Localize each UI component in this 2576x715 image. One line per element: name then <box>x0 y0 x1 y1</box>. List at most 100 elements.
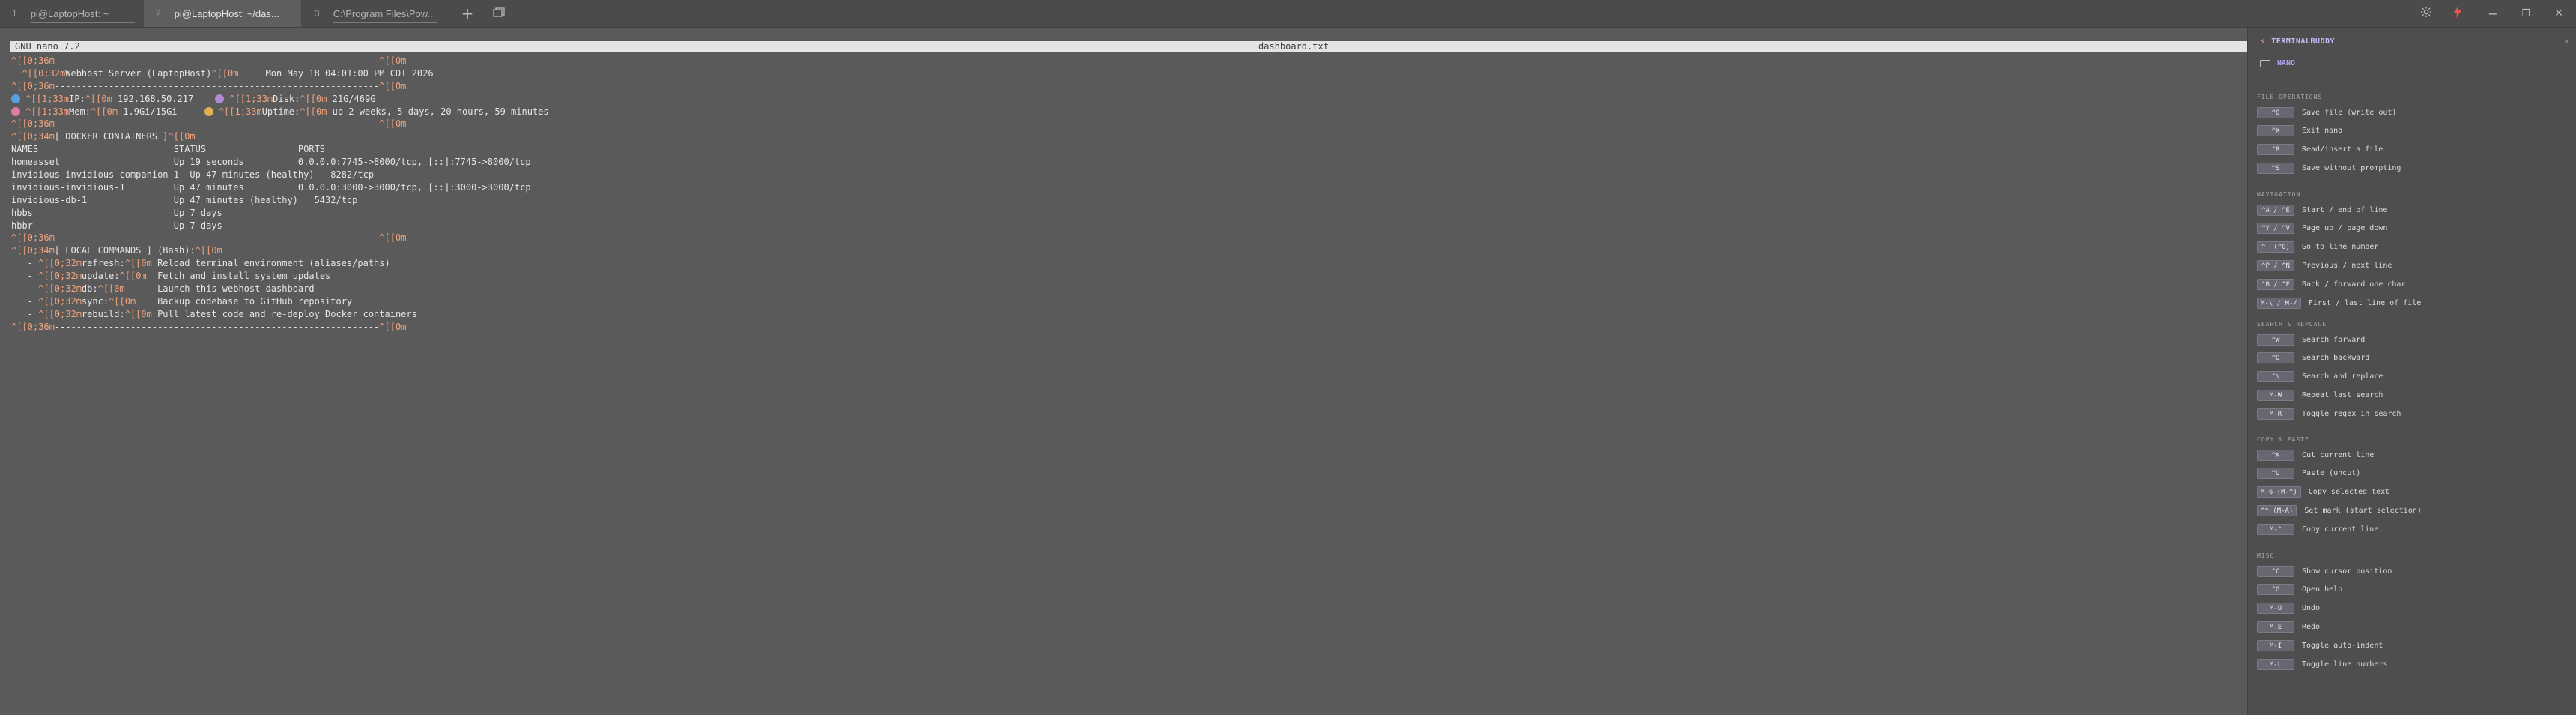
shortcut-description: Toggle regex in search <box>2302 409 2401 418</box>
settings-button[interactable] <box>2415 0 2437 27</box>
shortcut-key: ^B / ^F <box>2257 278 2294 290</box>
tab-3[interactable]: 3 C:\Program Files\Pow... <box>303 0 445 27</box>
terminal-line: - ^[[0;32msync:^[[0m Backup codebase to … <box>11 295 549 308</box>
new-tab-button[interactable]: + <box>458 0 476 27</box>
shortcut-key: ^^ (M-A) <box>2257 504 2297 516</box>
shortcut-row[interactable]: ^A / ^E Start / end of line <box>2257 204 2387 216</box>
shortcut-key: M-\ / M-/ <box>2257 297 2301 309</box>
shortcut-row[interactable]: M-E Redo <box>2257 621 2320 633</box>
shortcut-row[interactable]: M-6 (M-^) Copy selected text <box>2257 486 2389 498</box>
shortcut-row[interactable]: ^_ (^G) Go to line number <box>2257 241 2378 253</box>
terminal-line: - ^[[0;32mrefresh:^[[0m Reload terminal … <box>11 257 549 270</box>
shortcut-row[interactable]: M-R Toggle regex in search <box>2257 408 2401 420</box>
terminal-text-segment: update: <box>81 271 120 282</box>
escape-code: ^[[0;36m <box>11 232 55 244</box>
tab-overview-button[interactable] <box>488 0 509 27</box>
shortcut-row[interactable]: ^X Exit nano <box>2257 125 2342 137</box>
escape-code: ^[[0m <box>211 67 239 79</box>
shortcut-row[interactable]: ^O Save file (write out) <box>2257 106 2396 118</box>
tab-1[interactable]: 1 pi@LaptopHost: ~ <box>0 0 142 27</box>
tab-title: pi@LaptopHost: ~ <box>30 7 109 19</box>
terminal-line: - ^[[0;32mupdate:^[[0m Fetch and install… <box>11 270 549 283</box>
shortcut-key: M-E <box>2257 621 2294 633</box>
escape-code: ^[[0;36m <box>11 55 55 66</box>
escape-code: ^[[0;32m <box>38 271 82 282</box>
nano-version: GNU nano 7.2 <box>15 41 80 52</box>
shortcut-row[interactable]: ^Y / ^V Page up / page down <box>2257 223 2387 235</box>
shortcut-row[interactable]: M-\ / M-/ First / last line of file <box>2257 297 2421 309</box>
escape-code: ^[[0;36m <box>11 118 55 130</box>
terminal-pane[interactable]: GNU nano 7.2 dashboard.txt ^[[0;36m-----… <box>0 28 2247 715</box>
terminal-line: invidious-db-1 Up 47 minutes (healthy) 5… <box>11 194 549 207</box>
terminal-text-segment: ----------------------------------------… <box>54 321 380 332</box>
section-title: MISC <box>2257 552 2275 559</box>
shortcut-key: ^R <box>2257 144 2294 156</box>
shortcut-row[interactable]: ^W Search forward <box>2257 334 2365 346</box>
escape-code: ^[[0m <box>300 93 327 104</box>
tab-title: pi@LaptopHost: ~/das... <box>174 7 279 19</box>
shortcut-description: Undo <box>2302 604 2321 613</box>
terminal-text-segment: Launch this webhost dashboard <box>124 283 315 295</box>
shortcut-description: Search and replace <box>2302 372 2383 381</box>
shortcut-description: Exit nano <box>2302 127 2343 136</box>
terminal-text-segment: db: <box>81 283 98 295</box>
terminal-text-segment: ----------------------------------------… <box>54 55 380 66</box>
terminal-text-segment: IP: <box>69 93 85 104</box>
shortcut-row[interactable]: M-U Undo <box>2257 603 2320 615</box>
terminal-text[interactable]: ^[[0;36m--------------------------------… <box>11 55 549 334</box>
shortcut-key: ^W <box>2257 334 2294 346</box>
tab-title: C:\Program Files\Pow... <box>333 7 436 19</box>
shortcut-key: M-I <box>2257 639 2294 651</box>
close-button[interactable]: ✕ <box>2545 0 2572 27</box>
terminal-line: ^[[0;36m--------------------------------… <box>11 118 549 130</box>
escape-code: ^[[1;33m <box>25 106 70 117</box>
shortcut-row[interactable]: ^Q Search backward <box>2257 352 2369 364</box>
emoji-icon <box>204 106 213 116</box>
shortcut-key: ^O <box>2257 106 2294 118</box>
shortcut-description: Set mark (start selection) <box>2304 506 2422 515</box>
shortcut-description: Cut current line <box>2302 450 2375 459</box>
terminal-line: homeasset Up 19 seconds 0.0.0.0:7745->80… <box>11 156 549 169</box>
terminal-text-segment: - <box>11 283 39 295</box>
terminal-text-segment: Backup codebase to GitHub repository <box>136 295 353 307</box>
monitor-icon <box>2260 59 2270 67</box>
shortcut-row[interactable]: ^P / ^N Previous / next line <box>2257 259 2392 271</box>
terminal-text-segment: rebuild: <box>81 308 125 319</box>
shortcut-row[interactable]: M-L Toggle line numbers <box>2257 658 2387 670</box>
escape-code: ^[[0m <box>379 55 407 66</box>
shortcut-row[interactable]: ^U Paste (uncut) <box>2257 468 2360 480</box>
terminal-text-segment: - <box>11 271 39 282</box>
shortcut-row[interactable]: ^C Show cursor position <box>2257 565 2392 577</box>
shortcut-row[interactable]: ^K Cut current line <box>2257 449 2374 461</box>
shortcut-row[interactable]: M-I Toggle auto-indent <box>2257 639 2383 651</box>
shortcut-key: ^P / ^N <box>2257 259 2294 271</box>
tab-2[interactable]: 2 pi@LaptopHost: ~/das... <box>144 0 301 27</box>
terminal-line: - ^[[0;32mrebuild:^[[0m Pull latest code… <box>11 308 549 321</box>
escape-code: ^[[0;32m <box>38 295 82 307</box>
gear-icon <box>2420 6 2432 21</box>
shortcut-row[interactable]: M-W Repeat last search <box>2257 389 2383 401</box>
minimize-button[interactable]: − <box>2479 0 2506 27</box>
escape-code: ^[[1;33m <box>229 93 273 104</box>
shortcut-description: Save without prompting <box>2302 163 2401 172</box>
shortcut-key: ^Q <box>2257 352 2294 364</box>
shortcut-description: Repeat last search <box>2302 390 2383 399</box>
shortcut-description: Copy selected text <box>2308 488 2390 497</box>
shortcut-row[interactable]: ^G Open help <box>2257 584 2342 596</box>
panel-close-button[interactable]: ✕ <box>2564 36 2569 46</box>
terminalbuddy-button[interactable] <box>2446 0 2469 27</box>
section-title: NAVIGATION <box>2257 191 2301 198</box>
escape-code: ^[[0m <box>90 106 118 117</box>
maximize-button[interactable]: ❐ <box>2512 0 2539 27</box>
terminal-text-segment: hbbs Up 7 days <box>11 207 222 218</box>
shortcut-row[interactable]: ^S Save without prompting <box>2257 162 2401 174</box>
shortcut-row[interactable]: ^\ Search and replace <box>2257 371 2383 383</box>
shortcut-row[interactable]: ^R Read/insert a file <box>2257 144 2383 156</box>
escape-code: ^[[0m <box>379 80 407 91</box>
shortcut-row[interactable]: ^B / ^F Back / forward one char <box>2257 278 2405 290</box>
escape-code: ^[[0m <box>300 106 327 117</box>
terminal-line: ^[[0;34m[ LOCAL COMMANDS ] (Bash):^[[0m <box>11 244 549 257</box>
shortcut-row[interactable]: M-^ Copy current line <box>2257 523 2378 535</box>
shortcut-row[interactable]: ^^ (M-A) Set mark (start selection) <box>2257 504 2422 516</box>
shortcut-key: ^X <box>2257 125 2294 137</box>
